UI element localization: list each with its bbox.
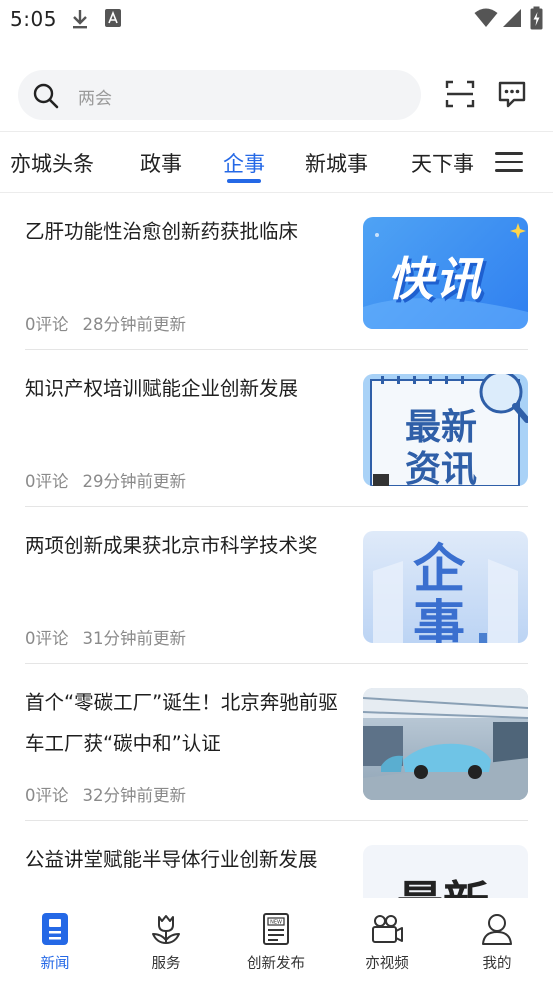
update-time: 31分钟前更新 (82, 629, 187, 648)
news-meta: 0评论 32分钟前更新 (25, 782, 186, 806)
video-camera-icon (372, 915, 403, 943)
search-icon (33, 83, 59, 109)
news-item[interactable]: 两项创新成果获北京市科学技术奖 0评论 31分钟前更新 企 事 (25, 507, 528, 664)
news-thumbnail[interactable] (363, 688, 528, 800)
news-title[interactable]: 知识产权培训赋能企业创新发展 (25, 368, 350, 409)
wifi-icon (474, 8, 498, 27)
news-item[interactable]: 公益讲堂赋能半导体行业创新发展 最新 (25, 821, 528, 898)
nav-me[interactable]: 我的 (452, 912, 542, 973)
search-row: 两会 (0, 70, 553, 122)
news-title[interactable]: 公益讲堂赋能半导体行业创新发展 (25, 839, 350, 880)
news-icon (42, 913, 68, 945)
news-title[interactable]: 乙肝功能性治愈创新药获批临床 (25, 211, 350, 252)
update-time: 29分钟前更新 (82, 472, 187, 491)
category-tab-bar: 亦城头条 政事 企事 新城事 天下事 (0, 131, 553, 193)
nav-label: 创新发布 (247, 956, 305, 972)
news-meta: 0评论 29分钟前更新 (25, 468, 186, 492)
nav-news[interactable]: 新闻 (10, 912, 100, 973)
thumbnail-label: 快讯 (387, 252, 483, 306)
news-item[interactable]: 知识产权培训赋能企业创新发展 0评论 29分钟前更新 最新 资讯 (25, 350, 528, 507)
nav-label: 亦视频 (365, 956, 409, 972)
news-meta: 0评论 28分钟前更新 (25, 311, 186, 335)
news-thumbnail[interactable]: 快讯 (363, 217, 528, 329)
a-box-icon (105, 9, 121, 27)
comment-count: 0评论 (25, 472, 69, 491)
nav-label: 服务 (151, 956, 181, 972)
cellular-signal-icon (503, 9, 521, 27)
bottom-navigation: 新闻 服务 NEW 创新发布 亦视频 我的 (0, 898, 553, 984)
news-title[interactable]: 两项创新成果获北京市科学技术奖 (25, 525, 350, 566)
newspaper-icon: NEW (263, 913, 289, 945)
channel-menu-icon[interactable] (495, 152, 523, 174)
nav-innovation-release[interactable]: NEW 创新发布 (231, 912, 321, 973)
user-icon (482, 914, 512, 945)
news-feed[interactable]: 乙肝功能性治愈创新药获批临床 0评论 28分钟前更新 快讯 知识产权培训赋能企业创… (0, 193, 553, 898)
tulip-icon (152, 915, 180, 944)
message-icon[interactable] (496, 78, 528, 110)
search-placeholder: 两会 (78, 89, 112, 109)
tab-politics[interactable]: 政事 (140, 148, 182, 178)
tab-yicheng-headlines[interactable]: 亦城头条 (10, 148, 94, 178)
thumbnail-label-bottom: 资讯 (405, 449, 478, 486)
news-title[interactable]: 首个“零碳工厂”诞生！北京奔驰前驱车工厂获“碳中和”认证 (25, 682, 350, 764)
news-item[interactable]: 乙肝功能性治愈创新药获批临床 0评论 28分钟前更新 快讯 (25, 193, 528, 350)
nav-label: 新闻 (40, 956, 70, 972)
svg-text:NEW: NEW (270, 920, 282, 926)
factory-car-photo (363, 688, 528, 800)
comment-count: 0评论 (25, 629, 69, 648)
comment-count: 0评论 (25, 786, 69, 805)
update-time: 32分钟前更新 (82, 786, 187, 805)
tab-enterprise[interactable]: 企事 (223, 148, 265, 178)
news-thumbnail[interactable]: 最新 (363, 845, 528, 898)
news-thumbnail[interactable]: 最新 资讯 (363, 374, 528, 486)
comment-count: 0评论 (25, 315, 69, 334)
nav-services[interactable]: 服务 (121, 912, 211, 973)
nav-yi-video[interactable]: 亦视频 (342, 912, 432, 973)
nav-label: 我的 (482, 956, 512, 972)
scan-icon[interactable] (444, 78, 476, 110)
status-time: 5:05 (10, 7, 57, 31)
search-box[interactable]: 两会 (18, 70, 421, 120)
news-thumbnail[interactable]: 企 事 (363, 531, 528, 643)
battery-charging-icon (530, 6, 543, 30)
status-bar: 5:05 (0, 0, 553, 40)
thumbnail-label-bottom: 事 (413, 595, 466, 643)
news-meta: 0评论 31分钟前更新 (25, 625, 186, 649)
download-icon (73, 10, 87, 29)
active-tab-indicator (227, 179, 261, 183)
tab-new-city[interactable]: 新城事 (305, 148, 368, 178)
thumbnail-label: 最新 (397, 867, 489, 898)
update-time: 28分钟前更新 (82, 315, 187, 334)
tab-world[interactable]: 天下事 (411, 148, 474, 178)
news-item[interactable]: 首个“零碳工厂”诞生！北京奔驰前驱车工厂获“碳中和”认证 0评论 32分钟前更新 (25, 664, 528, 821)
